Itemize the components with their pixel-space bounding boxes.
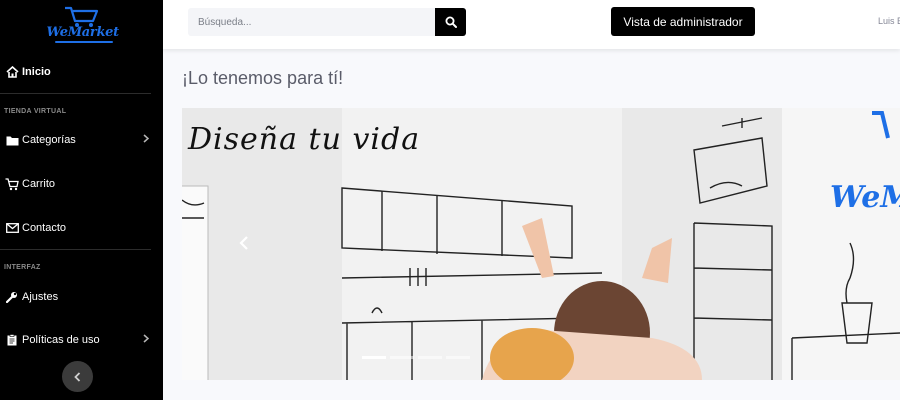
wrench-icon <box>5 290 19 304</box>
carousel-indicator[interactable] <box>418 356 442 359</box>
chevron-left-icon <box>74 371 81 382</box>
topbar: Vista de administrador Luis E <box>163 0 900 49</box>
sidebar-divider <box>0 249 151 250</box>
sidebar-heading-tienda: TIENDA VIRTUAL <box>4 108 67 115</box>
sidebar-item-inicio[interactable]: Inicio <box>0 62 163 82</box>
sidebar-item-label: Ajustes <box>22 291 59 303</box>
chevron-right-icon <box>143 334 150 346</box>
carousel: Diseña tu vida WeMa <box>182 108 900 380</box>
sidebar-heading-interfaz: INTERFAZ <box>4 264 41 271</box>
brand-logo-link[interactable]: WeMarket <box>0 0 163 49</box>
sidebar-item-label: Contacto <box>22 222 67 234</box>
envelope-icon <box>5 221 19 235</box>
sidebar-item-label: Carrito <box>22 178 56 190</box>
sidebar: WeMarket Inicio TIENDA VIRTUAL Categoría… <box>0 0 163 400</box>
cart-icon <box>5 177 19 191</box>
admin-view-button[interactable]: Vista de administrador <box>611 7 755 36</box>
carousel-indicator[interactable] <box>390 356 414 359</box>
brand-name: WeMarket <box>46 24 120 40</box>
sidebar-item-label: Políticas de uso <box>22 334 100 346</box>
search-icon <box>445 16 457 28</box>
sidebar-item-label: Categorías <box>22 134 76 146</box>
sidebar-item-carrito[interactable]: Carrito <box>0 174 163 194</box>
sidebar-divider <box>0 93 151 94</box>
sidebar-item-label: Inicio <box>22 66 51 78</box>
sidebar-toggle-button[interactable] <box>62 361 93 392</box>
page-title: ¡Lo tenemos para tí! <box>182 68 344 88</box>
clipboard-icon <box>5 333 19 347</box>
sidebar-item-categorias[interactable]: Categorías <box>0 130 163 150</box>
brand-logo: WeMarket <box>46 3 120 47</box>
carousel-prev-button[interactable] <box>234 228 254 258</box>
carousel-indicators <box>362 356 470 359</box>
carousel-indicator[interactable] <box>446 356 470 359</box>
carousel-indicator[interactable] <box>362 356 386 359</box>
brand-underline <box>54 40 113 43</box>
sidebar-item-ajustes[interactable]: Ajustes <box>0 287 163 307</box>
search-form <box>188 8 466 36</box>
chevron-right-icon <box>143 134 150 146</box>
search-button[interactable] <box>435 8 466 36</box>
home-icon <box>5 65 19 79</box>
sidebar-item-politicas[interactable]: Políticas de uso <box>0 330 163 350</box>
carousel-brand-logo: WeMa <box>830 180 900 215</box>
chevron-left-icon <box>239 236 248 250</box>
folder-icon <box>5 133 19 147</box>
carousel-caption: Diseña tu vida <box>188 122 421 157</box>
content-bottom <box>182 380 900 400</box>
search-input[interactable] <box>188 8 466 36</box>
user-name[interactable]: Luis E <box>878 16 900 26</box>
sidebar-item-contacto[interactable]: Contacto <box>0 218 163 238</box>
